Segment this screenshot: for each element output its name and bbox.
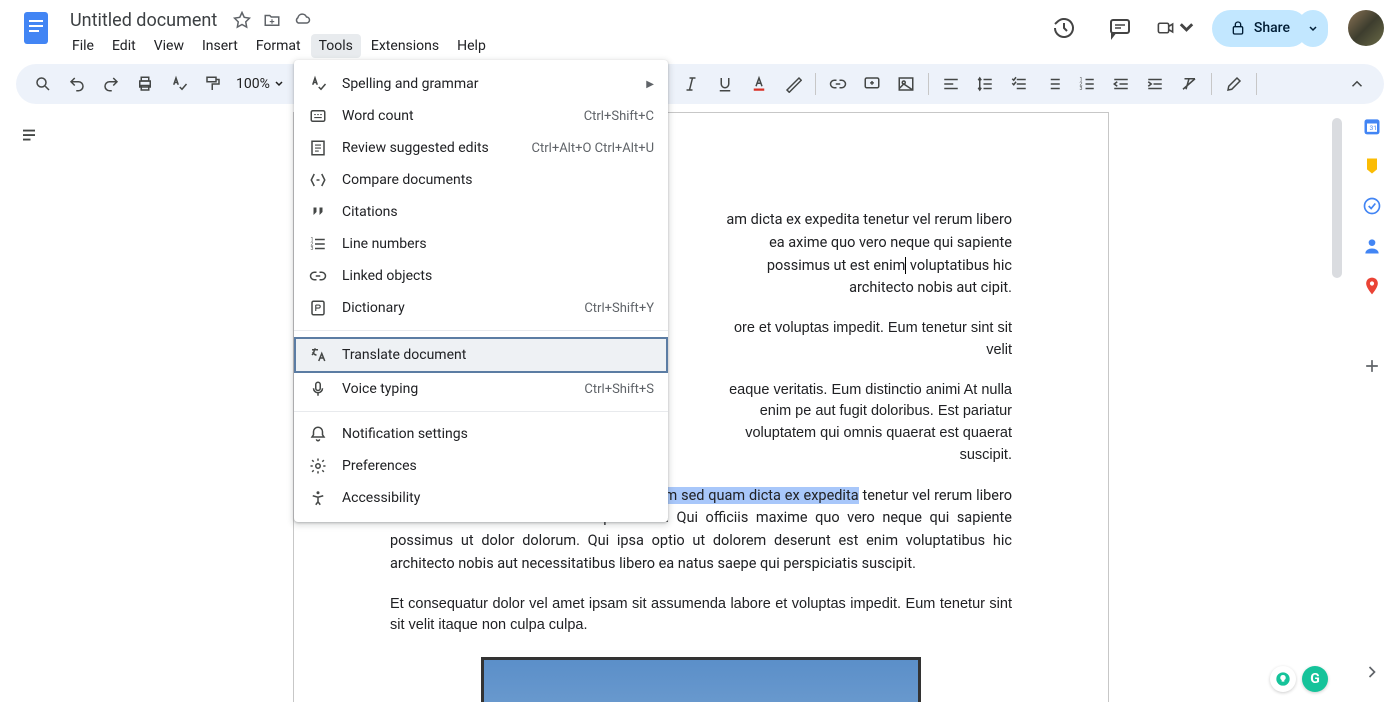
doc-info: Untitled document File Edit View Insert … (64, 8, 1044, 58)
account-avatar[interactable] (1348, 10, 1384, 46)
add-comment-icon[interactable] (857, 69, 887, 99)
underline-icon[interactable] (710, 69, 740, 99)
insert-image-icon[interactable] (891, 69, 921, 99)
svg-text:3: 3 (1079, 86, 1082, 92)
print-icon[interactable] (130, 69, 160, 99)
keep-icon[interactable] (1362, 156, 1382, 176)
collapse-toolbar-icon[interactable] (1342, 69, 1372, 99)
tools-item-linked-objects[interactable]: Linked objects (294, 260, 668, 292)
align-icon[interactable] (936, 69, 966, 99)
share-button[interactable]: Share (1212, 10, 1308, 47)
linenumbers-icon: 123 (308, 235, 328, 253)
cloud-status-icon[interactable] (293, 11, 311, 29)
tools-item-spelling-and-grammar[interactable]: Spelling and grammar▶ (294, 68, 668, 100)
prefs-icon (308, 457, 328, 475)
insert-link-icon[interactable] (823, 69, 853, 99)
dictionary-icon (308, 299, 328, 317)
tools-item-compare-documents[interactable]: Compare documents (294, 164, 668, 196)
tools-item-citations[interactable]: Citations (294, 196, 668, 228)
tools-item-translate-document[interactable]: Translate document (294, 337, 668, 373)
get-addons-icon[interactable] (1362, 356, 1382, 376)
toolbar: 100% 123 (16, 64, 1384, 104)
calendar-icon[interactable]: 31 (1362, 116, 1382, 136)
menu-tools[interactable]: Tools (311, 34, 361, 58)
voice-icon (308, 380, 328, 398)
share-label: Share (1254, 20, 1290, 36)
compare-icon (308, 171, 328, 189)
scrollbar-thumb[interactable] (1332, 118, 1342, 278)
svg-text:3: 3 (311, 246, 314, 252)
contacts-icon[interactable] (1362, 236, 1382, 256)
bell-icon (308, 425, 328, 443)
embedded-image[interactable] (481, 657, 921, 702)
hide-panel-icon[interactable] (1362, 662, 1382, 682)
line-spacing-icon[interactable] (970, 69, 1000, 99)
header-actions: Share (1044, 8, 1384, 48)
left-rail (0, 104, 58, 702)
search-menus-icon[interactable] (28, 69, 58, 99)
linked-icon (308, 267, 328, 285)
tools-item-voice-typing[interactable]: Voice typingCtrl+Shift+S (294, 373, 668, 405)
move-icon[interactable] (263, 11, 281, 29)
decrease-indent-icon[interactable] (1106, 69, 1136, 99)
document-canvas[interactable]: am dicta ex expedita tenetur vel rerum l… (58, 104, 1344, 702)
zoom-select[interactable]: 100% (232, 76, 288, 92)
comments-icon[interactable] (1100, 8, 1140, 48)
docs-logo[interactable] (16, 8, 56, 48)
tools-item-preferences[interactable]: Preferences (294, 450, 668, 482)
share-dropdown[interactable] (1298, 10, 1328, 47)
clear-format-icon[interactable] (1174, 69, 1204, 99)
bulleted-list-icon[interactable] (1038, 69, 1068, 99)
tools-item-notification-settings[interactable]: Notification settings (294, 418, 668, 450)
redo-icon[interactable] (96, 69, 126, 99)
app-header: Untitled document File Edit View Insert … (0, 0, 1400, 60)
menu-extensions[interactable]: Extensions (363, 34, 447, 58)
history-icon[interactable] (1044, 8, 1084, 48)
spellcheck-icon[interactable] (164, 69, 194, 99)
grammarly-icon[interactable]: G (1302, 666, 1328, 692)
tools-item-dictionary[interactable]: DictionaryCtrl+Shift+Y (294, 292, 668, 324)
maps-icon[interactable] (1362, 276, 1382, 296)
svg-text:31: 31 (1370, 124, 1377, 132)
menu-file[interactable]: File (64, 34, 102, 58)
outline-icon[interactable] (14, 120, 44, 150)
chevron-right-icon: ▶ (646, 79, 654, 90)
a11y-icon (308, 489, 328, 507)
review-icon (308, 139, 328, 157)
paint-format-icon[interactable] (198, 69, 228, 99)
menu-edit[interactable]: Edit (104, 34, 144, 58)
tools-item-review-suggested-edits[interactable]: Review suggested editsCtrl+Alt+O Ctrl+Al… (294, 132, 668, 164)
editing-mode-icon[interactable] (1219, 69, 1249, 99)
doc-title[interactable]: Untitled document (64, 8, 223, 33)
menubar: File Edit View Insert Format Tools Exten… (64, 34, 1044, 58)
checklist-icon[interactable] (1004, 69, 1034, 99)
meet-button[interactable] (1156, 8, 1196, 48)
increase-indent-icon[interactable] (1140, 69, 1170, 99)
highlight-icon[interactable] (778, 69, 808, 99)
tools-item-accessibility[interactable]: Accessibility (294, 482, 668, 514)
numbered-list-icon[interactable]: 123 (1072, 69, 1102, 99)
tools-item-line-numbers[interactable]: 123Line numbers (294, 228, 668, 260)
menu-view[interactable]: View (146, 34, 192, 58)
translate-icon (308, 346, 328, 364)
tools-dropdown: Spelling and grammar▶Word countCtrl+Shif… (294, 60, 668, 522)
assistant-lightbulb-icon[interactable] (1270, 666, 1296, 692)
citations-icon (308, 203, 328, 221)
spellcheck-icon (308, 75, 328, 93)
menu-insert[interactable]: Insert (194, 34, 246, 58)
menu-format[interactable]: Format (248, 34, 309, 58)
wordcount-icon (308, 107, 328, 125)
text-color-icon[interactable] (744, 69, 774, 99)
side-panel: 31 (1344, 104, 1400, 702)
tools-item-word-count[interactable]: Word countCtrl+Shift+C (294, 100, 668, 132)
star-icon[interactable] (233, 11, 251, 29)
menu-help[interactable]: Help (449, 34, 494, 58)
tasks-icon[interactable] (1362, 196, 1382, 216)
italic-icon[interactable] (676, 69, 706, 99)
undo-icon[interactable] (62, 69, 92, 99)
